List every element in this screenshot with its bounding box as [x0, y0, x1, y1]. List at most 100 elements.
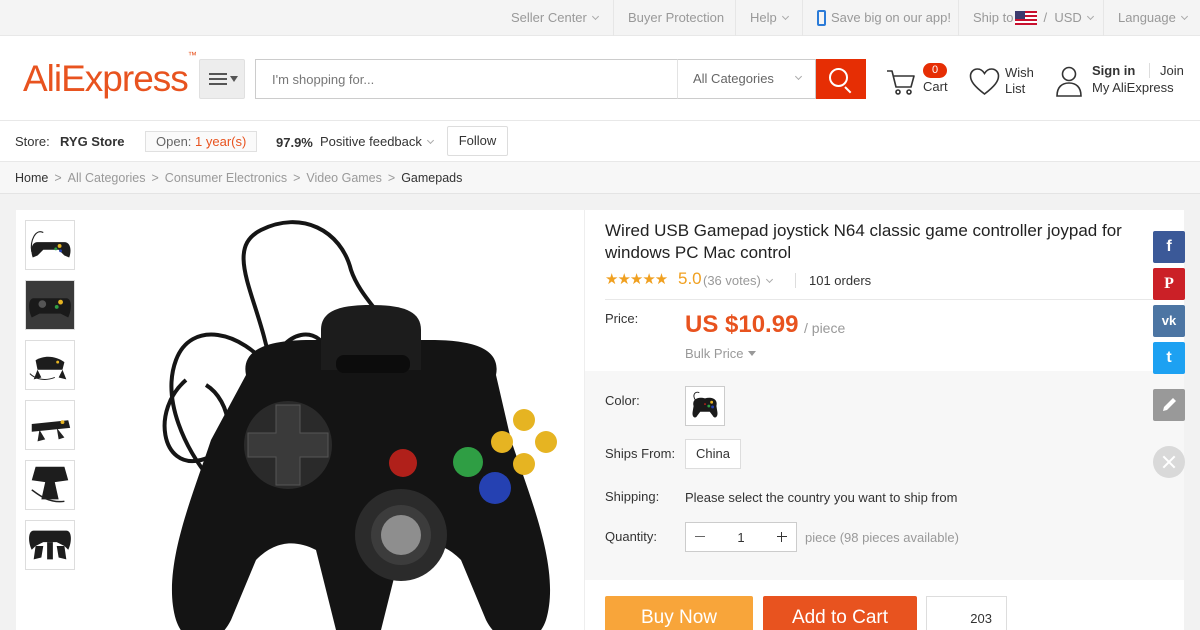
breadcrumb-separator: >	[151, 171, 159, 185]
rating-row: ★★★★★ 5.0 (36 votes) 101 orders	[605, 269, 1165, 300]
quantity-stepper	[685, 522, 797, 552]
thumbnail-1[interactable]	[25, 220, 75, 270]
quantity-decrease-button[interactable]	[686, 523, 714, 551]
store-label: Store:	[15, 134, 50, 149]
seller-center-link[interactable]: Seller Center	[497, 0, 612, 36]
store-open-badge: Open: 1 year(s)	[145, 131, 258, 152]
color-label: Color:	[605, 393, 640, 408]
search-button[interactable]	[816, 59, 866, 99]
breadcrumb-separator: >	[387, 171, 396, 185]
votes-label: (36 votes)	[703, 273, 761, 288]
gamepad-thumbnail-image	[29, 530, 71, 560]
rating-score: 5.0	[678, 269, 702, 288]
bulk-price-label: Bulk Price	[685, 346, 744, 361]
search-input[interactable]	[255, 59, 678, 99]
wish-list-link[interactable]: Wish List	[969, 63, 1049, 103]
star-rating-icons: ★★★★★	[605, 271, 668, 288]
category-dropdown[interactable]: All Categories	[677, 59, 816, 99]
twitter-share-button[interactable]: t	[1153, 342, 1185, 374]
pinterest-share-button[interactable]: P	[1153, 268, 1185, 300]
facebook-share-button[interactable]: f	[1153, 231, 1185, 263]
gamepad-thumbnail-image	[31, 420, 71, 442]
quantity-increase-button[interactable]	[768, 523, 796, 551]
us-flag-icon	[1015, 10, 1038, 25]
ship-to-label: Ship to	[973, 10, 1014, 25]
caret-down-icon	[230, 76, 238, 82]
chevron-down-icon	[781, 12, 789, 21]
product-title: Wired USB Gamepad joystick N64 classic g…	[605, 221, 1122, 262]
breadcrumb-consumer-electronics[interactable]: Consumer Electronics	[165, 171, 287, 185]
category-label: All Categories	[693, 71, 774, 86]
cart-link[interactable]: 0 Cart	[886, 61, 956, 101]
phone-icon	[817, 9, 826, 26]
gamepad-swatch-image	[692, 391, 718, 418]
orders-count: 101 orders	[795, 273, 871, 288]
thumbnail-3[interactable]	[25, 340, 75, 390]
app-promo-link[interactable]: Save big on our app!	[802, 0, 965, 36]
vk-share-button[interactable]: vk	[1153, 305, 1185, 337]
positive-feedback-dropdown[interactable]: Positive feedback	[320, 134, 434, 149]
ship-to-selector[interactable]: Ship to / USD	[958, 0, 1107, 36]
thumbnail-2[interactable]	[25, 280, 75, 330]
gamepad-thumbnail-image	[30, 231, 71, 258]
buyer-protection-link[interactable]: Buyer Protection	[613, 0, 738, 36]
cart-label: Cart	[923, 79, 948, 94]
product-options: Color: Ships From: China Shipping: Pleas…	[585, 371, 1184, 580]
cart-count-badge: 0	[923, 63, 947, 78]
hamburger-icon	[209, 73, 227, 85]
store-name-link[interactable]: RYG Store	[60, 134, 125, 149]
chevron-down-icon	[591, 12, 599, 21]
wish-label-line2: List	[1005, 81, 1026, 96]
gamepad-thumbnail-image	[31, 466, 69, 503]
help-menu[interactable]: Help	[735, 0, 802, 36]
ships-from-china-option[interactable]: China	[685, 439, 741, 469]
edit-share-button[interactable]	[1153, 389, 1185, 421]
thumbnail-6[interactable]	[25, 520, 75, 570]
trademark-mark: ™	[187, 49, 197, 60]
sign-in-link[interactable]: Sign in	[1092, 63, 1135, 78]
buyer-protection-label: Buyer Protection	[628, 10, 725, 25]
chevron-down-icon	[765, 275, 773, 284]
ships-from-label: Ships From:	[605, 446, 676, 461]
quantity-input[interactable]	[714, 523, 768, 551]
language-selector[interactable]: Language	[1103, 0, 1200, 36]
category-menu-button[interactable]	[199, 59, 245, 99]
breadcrumb-video-games[interactable]: Video Games	[306, 171, 382, 185]
help-label: Help	[750, 10, 777, 25]
add-to-cart-button[interactable]: Add to Cart	[763, 596, 917, 630]
wish-list-count-button[interactable]: 203	[926, 596, 1007, 630]
thumbnail-5[interactable]	[25, 460, 75, 510]
bulk-price-toggle[interactable]: Bulk Price	[685, 346, 756, 361]
open-years: 1 year(s)	[195, 134, 247, 149]
product-gallery	[16, 210, 585, 630]
pencil-icon	[1163, 398, 1176, 411]
heart-icon	[969, 68, 1000, 96]
join-link[interactable]: Join	[1149, 63, 1184, 78]
quantity-label: Quantity:	[605, 529, 658, 544]
aliexpress-logo[interactable]: AliExpress™	[23, 50, 197, 100]
search-icon-handle	[844, 86, 852, 94]
store-bar: Store: RYG Store Open: 1 year(s) 97.9% P…	[0, 121, 1200, 162]
thumbnail-4[interactable]	[25, 400, 75, 450]
breadcrumb-all-categories[interactable]: All Categories	[68, 171, 146, 185]
facebook-icon: f	[1166, 238, 1172, 255]
pinterest-icon: P	[1164, 275, 1174, 292]
votes-dropdown[interactable]: (36 votes)	[703, 273, 773, 288]
follow-button[interactable]: Follow	[447, 126, 508, 156]
price-value: US $10.99	[685, 311, 799, 338]
gamepad-thumbnail-image	[26, 281, 74, 329]
site-header: AliExpress™ All Categories 0 Cart WishLi…	[0, 36, 1200, 121]
caret-down-icon	[747, 351, 756, 356]
seller-center-label: Seller Center	[511, 10, 587, 25]
color-option-black[interactable]	[685, 386, 725, 426]
my-aliexpress-link[interactable]: My AliExpress	[1092, 80, 1174, 95]
buy-now-button[interactable]: Buy Now	[605, 596, 753, 630]
wish-label-line1: Wish	[1005, 65, 1034, 80]
close-share-button[interactable]	[1153, 446, 1185, 478]
open-prefix: Open:	[156, 134, 192, 149]
shipping-message: Please select the country you want to sh…	[685, 490, 958, 505]
breadcrumb-gamepads: Gamepads	[401, 171, 463, 185]
breadcrumb-home[interactable]: Home	[15, 171, 48, 185]
chevron-down-icon	[426, 136, 434, 145]
product-main-image	[162, 220, 557, 630]
